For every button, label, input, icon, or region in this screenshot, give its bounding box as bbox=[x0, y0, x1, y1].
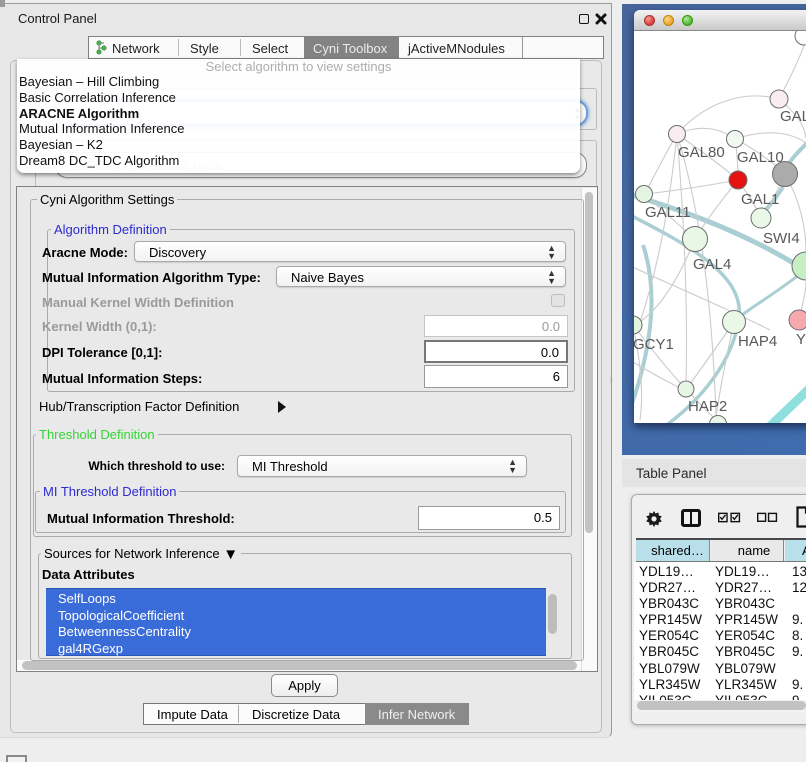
svg-text:GAL: GAL bbox=[780, 108, 806, 125]
svg-text:GCY1: GCY1 bbox=[634, 336, 674, 353]
svg-text:HAP4: HAP4 bbox=[738, 333, 777, 350]
svg-text:GAL4: GAL4 bbox=[693, 256, 731, 273]
svg-text:Y: Y bbox=[796, 331, 806, 348]
svg-text:GAL11: GAL11 bbox=[645, 204, 691, 221]
svg-text:GAL10: GAL10 bbox=[737, 149, 784, 166]
svg-text:HAP2: HAP2 bbox=[688, 398, 727, 415]
svg-text:GAL1: GAL1 bbox=[741, 191, 779, 208]
svg-text:SWI4: SWI4 bbox=[763, 230, 800, 247]
svg-text:GAL80: GAL80 bbox=[678, 144, 725, 161]
